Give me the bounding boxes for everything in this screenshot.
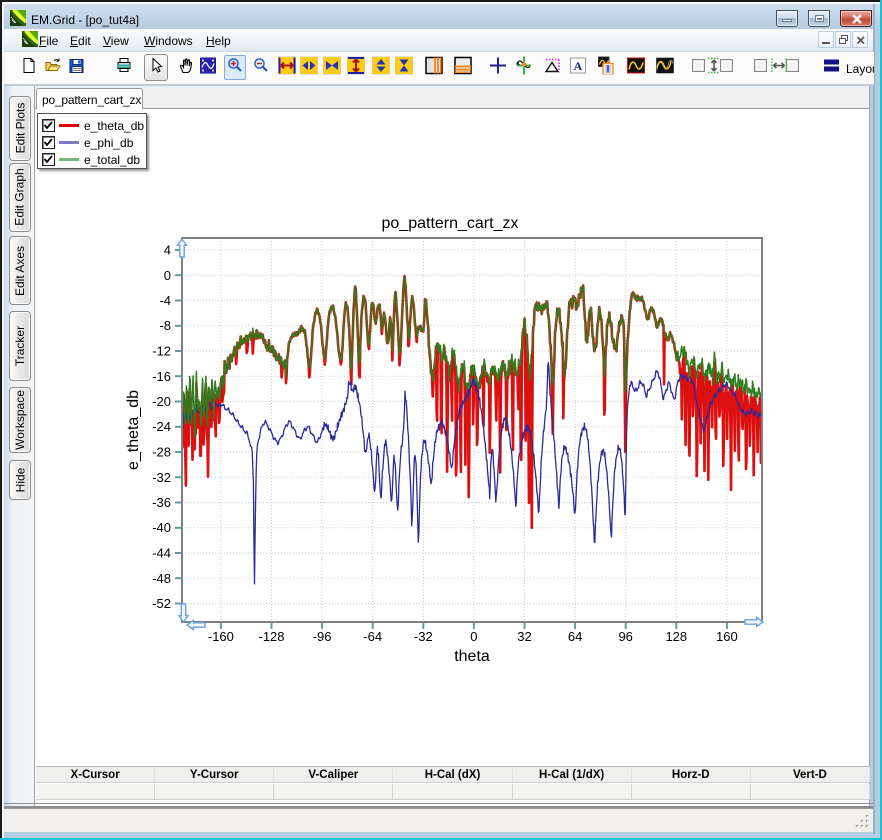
svg-text:-160: -160 xyxy=(208,629,234,644)
svg-text:-64: -64 xyxy=(363,629,382,644)
svg-text:-32: -32 xyxy=(414,629,433,644)
svg-text:-96: -96 xyxy=(313,629,332,644)
svg-text:-128: -128 xyxy=(258,629,284,644)
svg-text:-40: -40 xyxy=(152,520,171,535)
svg-text:96: 96 xyxy=(618,629,632,644)
svg-text:32: 32 xyxy=(517,629,531,644)
svg-text:128: 128 xyxy=(665,629,687,644)
svg-text:-52: -52 xyxy=(152,596,171,611)
svg-text:-8: -8 xyxy=(159,318,171,333)
svg-text:A: A xyxy=(574,59,583,73)
svg-text:160: 160 xyxy=(716,629,738,644)
svg-text:64: 64 xyxy=(568,629,582,644)
svg-text:-32: -32 xyxy=(152,470,171,485)
svg-text:0: 0 xyxy=(164,268,171,283)
svg-text:-4: -4 xyxy=(159,293,171,308)
svg-text:e_theta_db: e_theta_db xyxy=(125,390,142,470)
svg-text:-16: -16 xyxy=(152,369,171,384)
svg-text:0: 0 xyxy=(470,629,477,644)
svg-text:-12: -12 xyxy=(152,344,171,359)
svg-text:po_pattern_cart_zx: po_pattern_cart_zx xyxy=(382,215,519,232)
svg-text:-20: -20 xyxy=(152,394,171,409)
svg-text:-36: -36 xyxy=(152,495,171,510)
svg-text:theta: theta xyxy=(454,648,490,665)
svg-text:-24: -24 xyxy=(152,419,171,434)
svg-text:-28: -28 xyxy=(152,445,171,460)
svg-text:-44: -44 xyxy=(152,546,171,561)
svg-text:-48: -48 xyxy=(152,571,171,586)
svg-text:4: 4 xyxy=(164,243,171,258)
